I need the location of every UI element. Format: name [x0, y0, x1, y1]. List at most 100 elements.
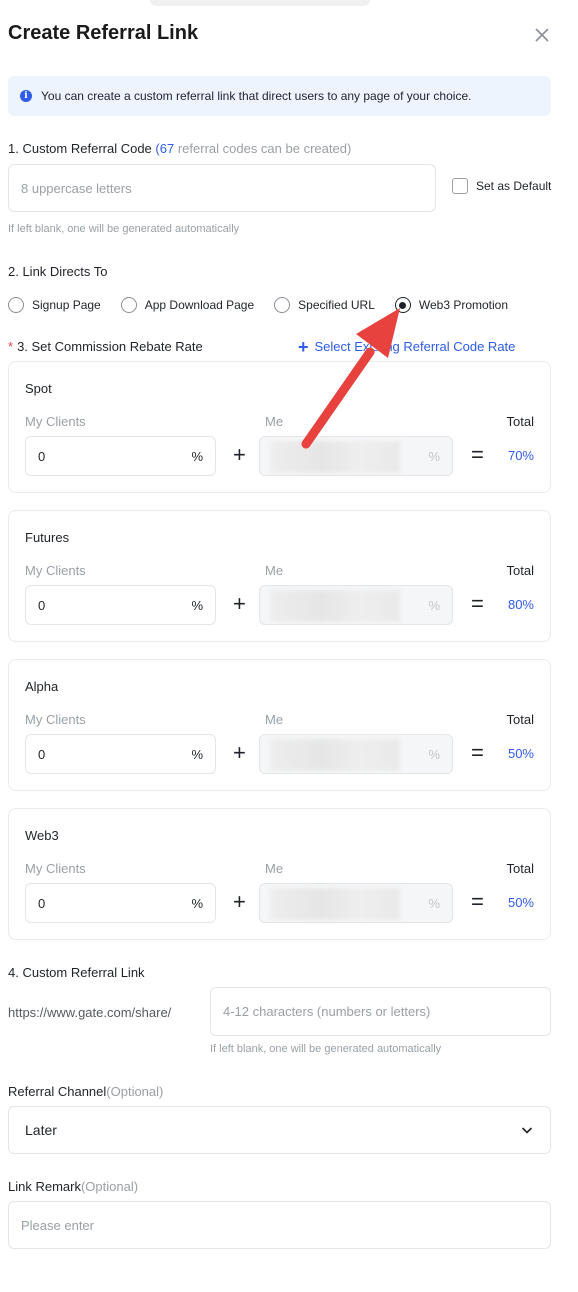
- link-hint: If left blank, one will be generated aut…: [210, 1043, 442, 1055]
- set-default-label: Set as Default: [476, 179, 552, 193]
- my-clients-label: My Clients: [25, 563, 86, 578]
- info-banner: i You can create a custom referral link …: [8, 76, 551, 116]
- code-hint: If left blank, one will be generated aut…: [8, 223, 240, 235]
- code-count-suffix: referral codes can be created): [177, 141, 352, 156]
- referral-channel-label: Referral Channel: [8, 1084, 107, 1099]
- redacted-value: [270, 739, 400, 771]
- equals-sign: =: [471, 591, 484, 616]
- total-rate: 50%: [507, 895, 534, 910]
- radio-button[interactable]: [120, 297, 137, 313]
- sheet-handle: [150, 0, 370, 6]
- radio-button[interactable]: [8, 297, 24, 313]
- percent-sign: %: [191, 746, 203, 762]
- my-clients-rate-value: 0: [38, 597, 46, 613]
- plus-sign: +: [233, 740, 246, 765]
- optional-tag: (Optional): [80, 1179, 139, 1194]
- me-rate-field: %: [259, 883, 453, 923]
- link-remark-heading: Link Remark(Optional): [8, 1179, 138, 1194]
- radio-label: App Download Page: [144, 298, 255, 312]
- radio-signup-page[interactable]: Signup Page: [8, 297, 101, 313]
- custom-code-heading: 1. Custom Referral Code (67 referral cod…: [8, 141, 351, 156]
- info-icon: i: [20, 90, 32, 102]
- required-asterisk: *: [8, 339, 14, 354]
- commission-rate-heading: * 3. Set Commission Rebate Rate: [8, 339, 203, 354]
- rebate-card-futures: Futures My Clients Me Total 0 % + % = 80…: [8, 510, 551, 642]
- referral-channel-heading: Referral Channel(Optional): [8, 1084, 163, 1099]
- card-title: Web3: [25, 828, 59, 843]
- custom-code-title: 1. Custom Referral Code: [8, 141, 152, 156]
- redacted-value: [270, 888, 400, 920]
- referral-code-placeholder: 8 uppercase letters: [21, 180, 132, 196]
- annotation-arrow-icon: [301, 308, 400, 449]
- percent-sign: %: [428, 448, 440, 464]
- set-default-checkbox[interactable]: [452, 178, 468, 194]
- my-clients-rate-value: 0: [38, 448, 46, 464]
- me-label: Me: [265, 861, 284, 876]
- total-label: Total: [506, 712, 534, 727]
- equals-sign: =: [471, 442, 484, 467]
- rebate-card-spot: Spot My Clients Me Total 0 % + % = 70%: [8, 361, 551, 493]
- rebate-card-web3: Web3 My Clients Me Total 0 % + % = 50%: [8, 808, 551, 940]
- total-rate: 80%: [507, 597, 534, 612]
- custom-link-input[interactable]: 4-12 characters (numbers or letters): [210, 987, 551, 1036]
- me-label: Me: [265, 712, 284, 727]
- me-label: Me: [265, 563, 284, 578]
- custom-link-placeholder: 4-12 characters (numbers or letters): [223, 1004, 431, 1019]
- me-rate-field: %: [259, 585, 453, 625]
- my-clients-label: My Clients: [25, 414, 86, 429]
- radio-app-download-page[interactable]: App Download Page: [120, 297, 255, 313]
- rebate-card-alpha: Alpha My Clients Me Total 0 % + % = 50%: [8, 659, 551, 791]
- info-text: You can create a custom referral link th…: [41, 89, 472, 103]
- link-directs-title: 2. Link Directs To: [8, 264, 108, 279]
- link-remark-placeholder: Please enter: [21, 1217, 94, 1233]
- my-clients-rate-input[interactable]: 0 %: [25, 585, 216, 625]
- plus-sign: +: [233, 591, 246, 616]
- equals-sign: =: [471, 889, 484, 914]
- radio-button[interactable]: [274, 297, 291, 313]
- code-count: 67: [159, 141, 175, 156]
- percent-sign: %: [428, 895, 440, 911]
- percent-sign: %: [191, 895, 203, 911]
- card-title: Alpha: [25, 679, 59, 694]
- percent-sign: %: [191, 448, 203, 464]
- percent-sign: %: [191, 597, 203, 613]
- referral-code-input[interactable]: 8 uppercase letters: [8, 164, 436, 212]
- plus-sign: +: [233, 442, 246, 467]
- radio-label: Signup Page: [32, 298, 101, 312]
- me-rate-field: %: [259, 734, 453, 774]
- my-clients-rate-input[interactable]: 0 %: [25, 883, 216, 923]
- my-clients-rate-value: 0: [38, 746, 46, 762]
- me-label: Me: [265, 414, 284, 429]
- card-title: Futures: [25, 530, 70, 545]
- percent-sign: %: [428, 597, 440, 613]
- my-clients-rate-input[interactable]: 0 %: [25, 734, 216, 774]
- link-remark-input[interactable]: Please enter: [8, 1201, 551, 1249]
- referral-channel-value: Later: [25, 1122, 57, 1138]
- commission-rate-title: 3. Set Commission Rebate Rate: [17, 339, 203, 354]
- my-clients-label: My Clients: [25, 712, 86, 727]
- card-title: Spot: [25, 381, 52, 396]
- chevron-down-icon: [521, 1127, 533, 1134]
- close-icon[interactable]: [533, 26, 551, 44]
- link-prefix: https://www.gate.com/share/: [8, 1005, 172, 1020]
- custom-link-title: 4. Custom Referral Link: [8, 965, 145, 980]
- dialog-title: Create Referral Link: [8, 22, 199, 44]
- set-default-option[interactable]: Set as Default: [452, 178, 551, 194]
- my-clients-rate-value: 0: [38, 895, 46, 911]
- total-label: Total: [506, 563, 534, 578]
- link-direct-options: Signup Page App Download Page Specified …: [8, 297, 528, 313]
- my-clients-rate-input[interactable]: 0 %: [25, 436, 216, 476]
- total-label: Total: [506, 861, 534, 876]
- optional-tag: (Optional): [106, 1084, 164, 1099]
- total-label: Total: [506, 414, 534, 429]
- referral-channel-select[interactable]: Later: [8, 1106, 551, 1154]
- equals-sign: =: [471, 740, 484, 765]
- my-clients-label: My Clients: [25, 861, 86, 876]
- link-remark-label: Link Remark: [8, 1179, 81, 1194]
- redacted-value: [270, 590, 400, 622]
- percent-sign: %: [428, 746, 440, 762]
- radio-label: Web3 Promotion: [418, 298, 509, 312]
- total-rate: 50%: [507, 746, 534, 761]
- total-rate: 70%: [507, 448, 534, 463]
- plus-sign: +: [233, 889, 246, 914]
